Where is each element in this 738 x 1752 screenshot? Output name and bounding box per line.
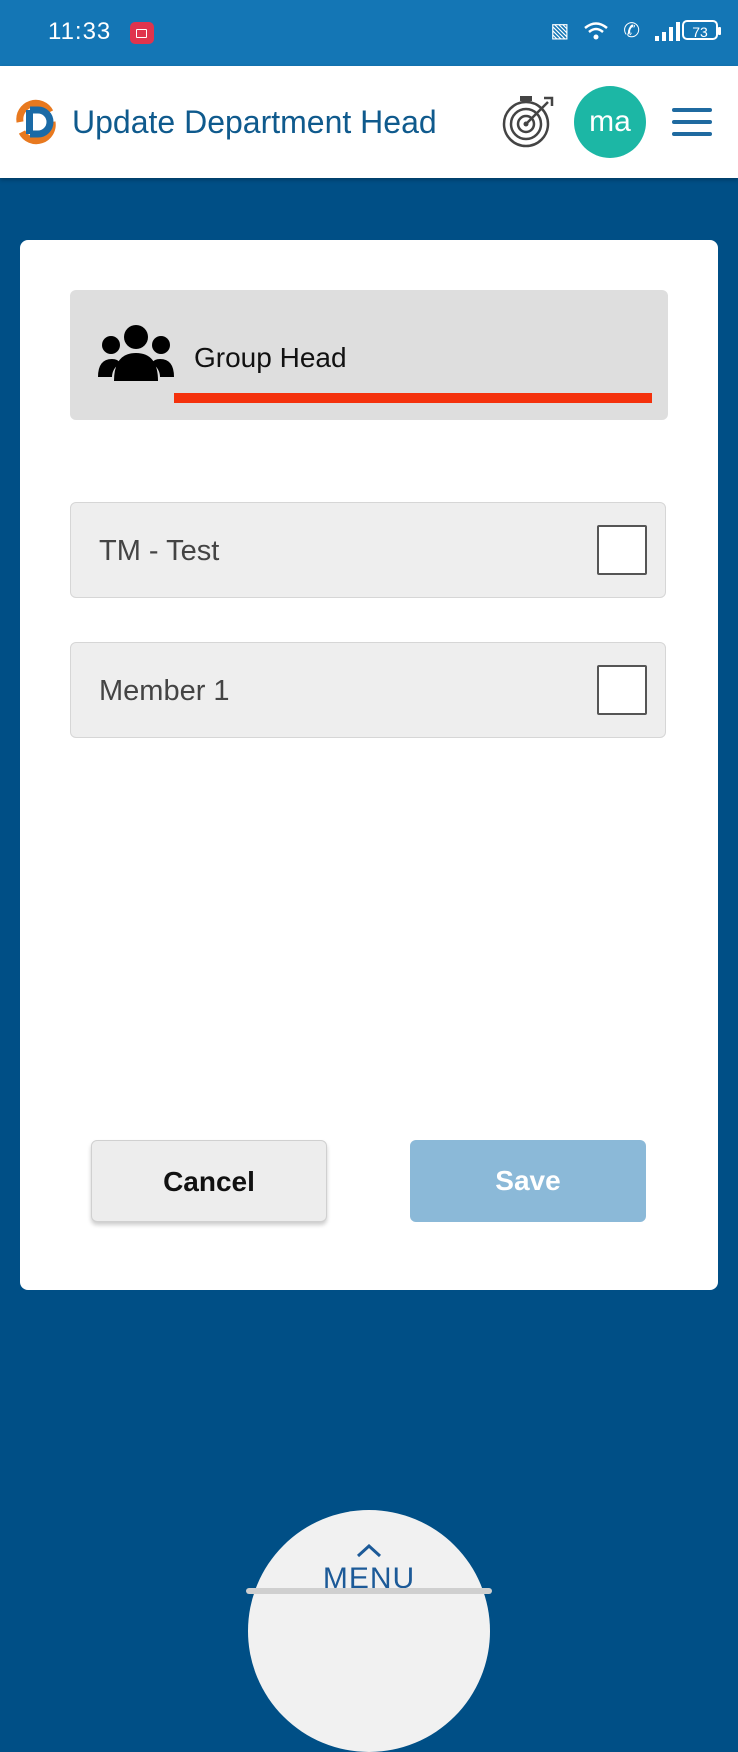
member-checkbox[interactable] [597, 525, 647, 575]
status-time: 11:33 [48, 18, 112, 45]
member-row[interactable]: TM - Test [70, 502, 666, 598]
screen-record-icon [130, 22, 154, 44]
member-label: Member 1 [99, 675, 230, 707]
member-row[interactable]: Member 1 [70, 642, 666, 738]
wifi-icon [584, 21, 609, 39]
app-logo-icon [16, 99, 56, 145]
signal-icon [655, 21, 680, 41]
users-group-icon [98, 325, 174, 381]
group-head-underline [174, 393, 652, 403]
page-title: Update Department Head [72, 104, 437, 140]
status-icons: ▧ ✆ [550, 18, 682, 43]
update-department-head-card: Group Head TM - Test Member 1 Cancel Sav… [20, 240, 718, 1290]
save-button[interactable]: Save [410, 1140, 646, 1222]
group-head-label: Group Head [194, 342, 347, 373]
target-goal-icon[interactable] [500, 94, 556, 150]
app-header: Update Department Head ma [0, 66, 738, 178]
cancel-button[interactable]: Cancel [91, 1140, 327, 1222]
chevron-up-icon [356, 1544, 382, 1558]
battery-icon: 73 [682, 20, 721, 40]
home-indicator[interactable] [246, 1588, 492, 1594]
vibrate-icon: ▧ [550, 20, 570, 42]
user-avatar[interactable]: ma [574, 86, 646, 158]
hamburger-menu-icon[interactable] [672, 108, 712, 136]
member-label: TM - Test [99, 535, 220, 567]
status-bar: 11:33 ▧ ✆ 73 [0, 0, 738, 66]
group-head-section: Group Head [70, 290, 668, 420]
wifi-call-icon: ✆ [623, 20, 640, 42]
bottom-menu-button[interactable]: MENU [248, 1510, 490, 1752]
member-checkbox[interactable] [597, 665, 647, 715]
